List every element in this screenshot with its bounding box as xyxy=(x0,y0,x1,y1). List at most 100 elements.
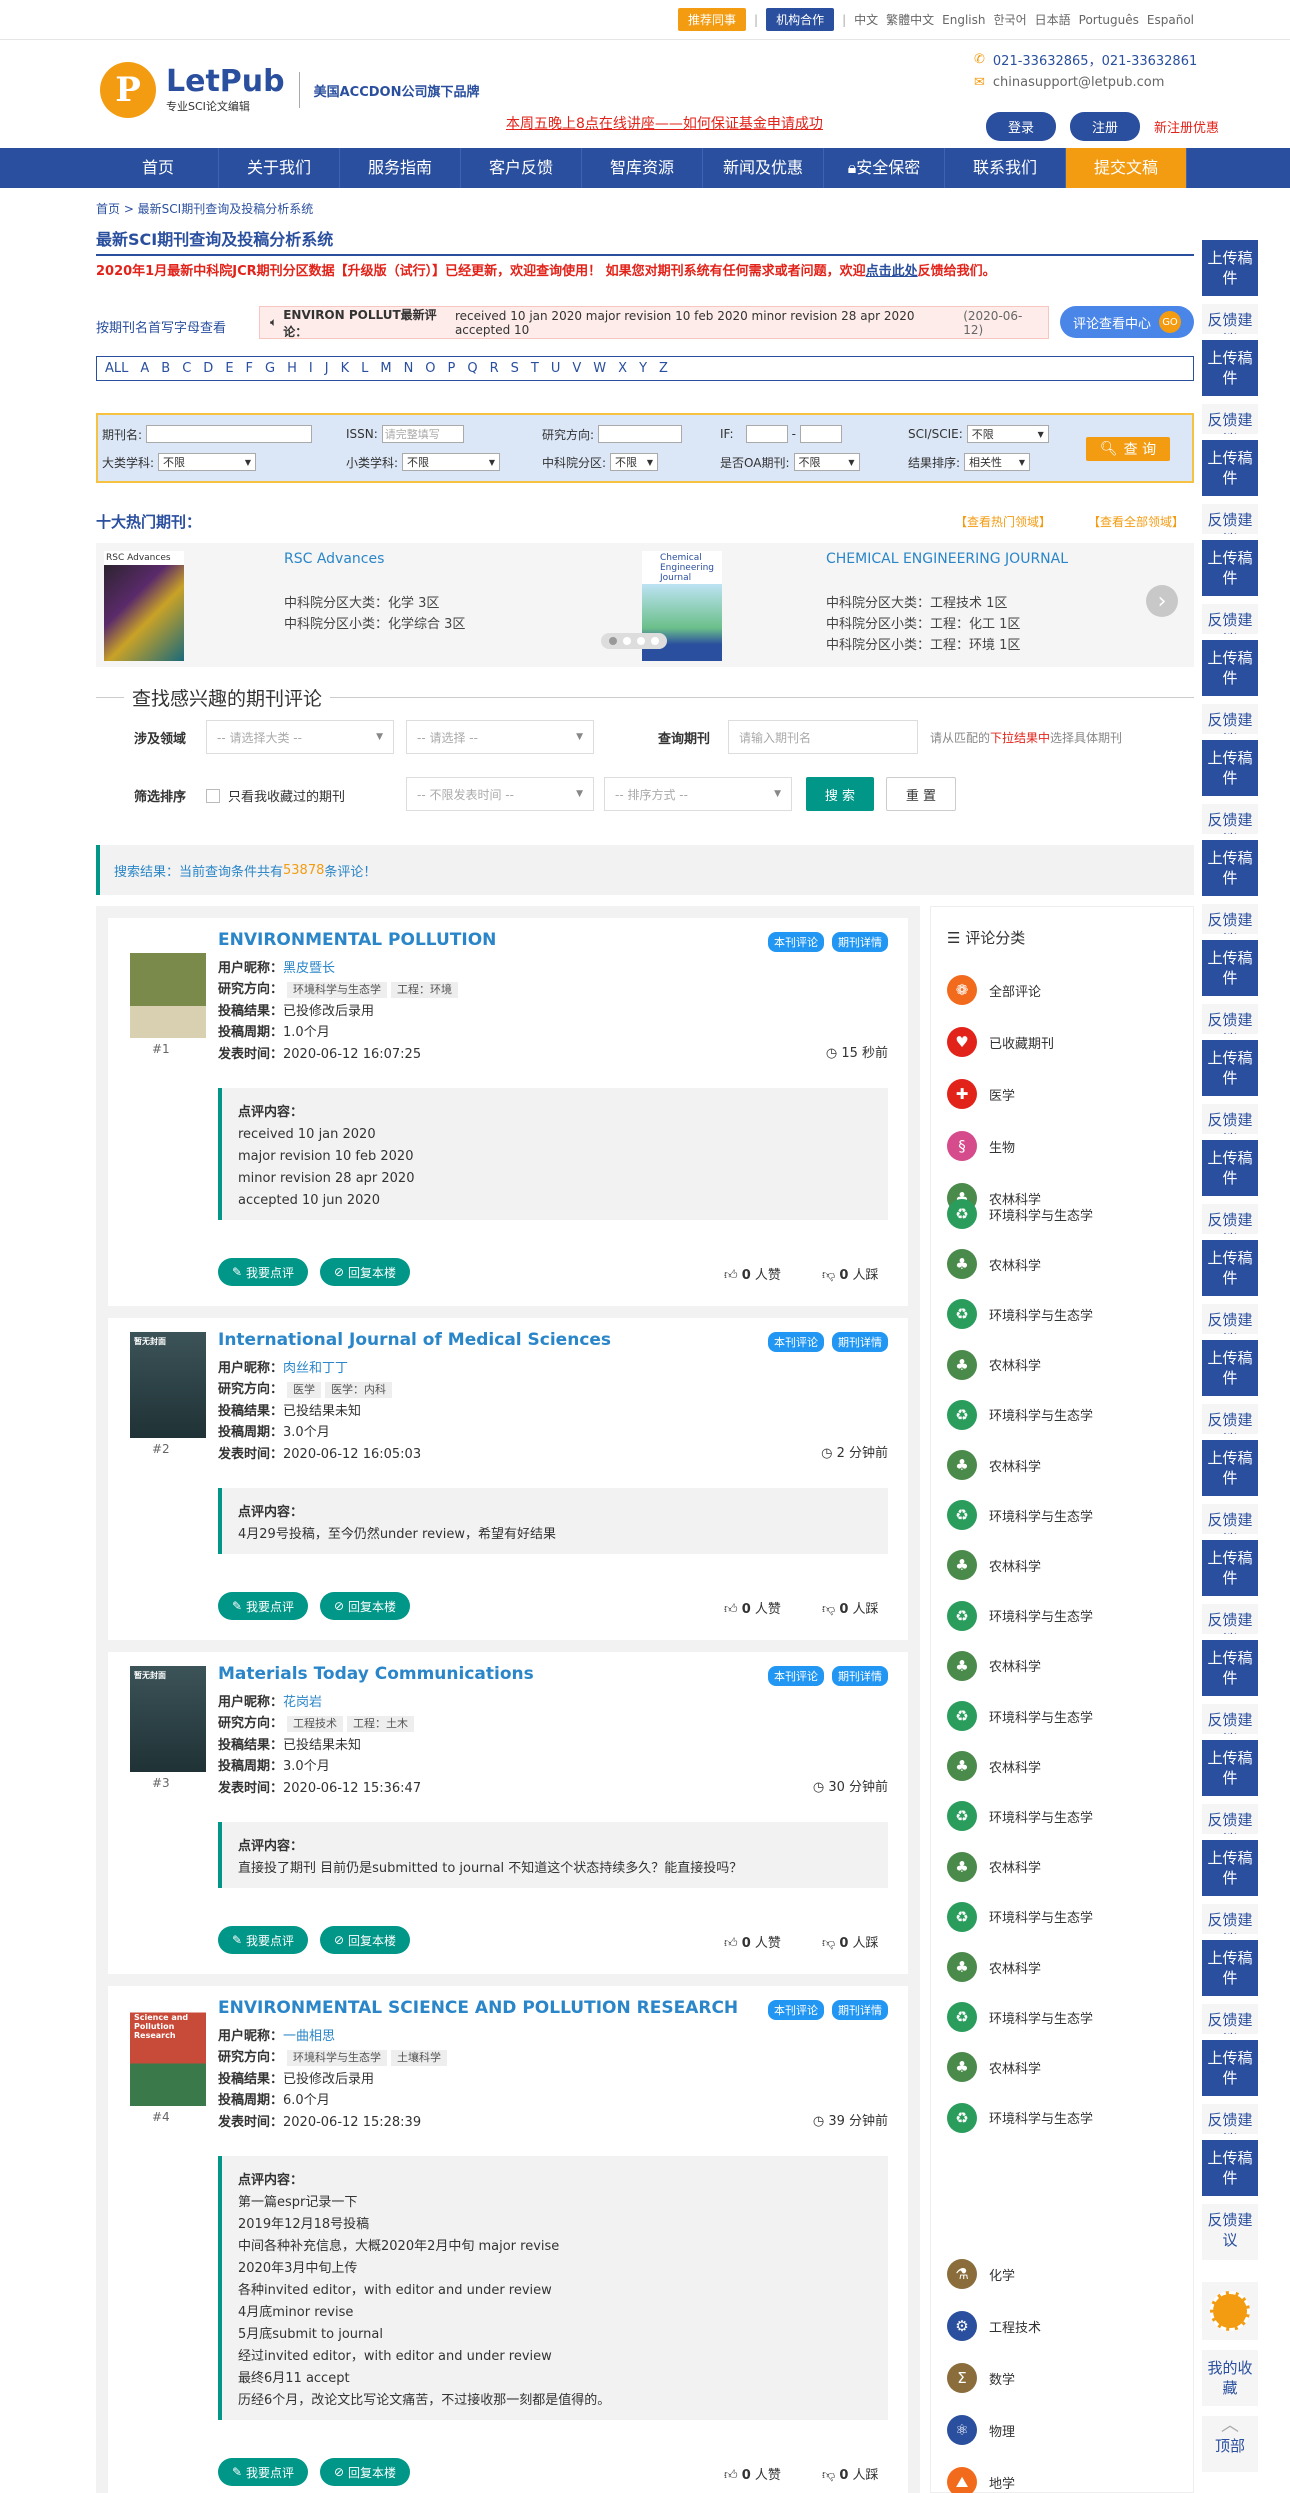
letter-link[interactable]: C xyxy=(182,361,191,376)
letter-link[interactable]: X xyxy=(618,361,627,376)
letter-link[interactable]: U xyxy=(551,361,561,376)
category-chemistry[interactable]: ⚗ 化学 xyxy=(947,2259,1015,2289)
letter-link[interactable]: L xyxy=(361,361,368,376)
category-environment[interactable]: ♻ 环境科学与生态学 xyxy=(947,1801,1093,1832)
letter-link[interactable]: E xyxy=(225,361,233,376)
upload-manuscript-button[interactable]: 上传稿件 xyxy=(1202,340,1258,396)
register-promo-link[interactable]: 新注册优惠 xyxy=(1154,117,1219,136)
letter-link[interactable]: V xyxy=(572,361,581,376)
category-environment[interactable]: ♻ 环境科学与生态学 xyxy=(947,1199,1093,1229)
all-fields-link[interactable]: 【查看全部领域】 xyxy=(1088,513,1184,530)
category-environment[interactable]: ♻ 环境科学与生态学 xyxy=(947,2002,1093,2033)
upload-manuscript-button[interactable]: 上传稿件 xyxy=(1202,1640,1258,1696)
review-center-button[interactable]: 评论查看中心 GO xyxy=(1060,306,1194,338)
lang-ko[interactable]: 한국어 xyxy=(994,11,1027,28)
institution-cooperation-button[interactable]: 机构合作 xyxy=(766,8,835,31)
reply-button[interactable]: ⊘ 回复本楼 xyxy=(320,1258,410,1286)
like-count[interactable]: 👍︎ 0 人赞 xyxy=(724,2464,781,2483)
scie-select[interactable]: 不限 xyxy=(966,425,1049,443)
journal-thumbnail[interactable]: ENVIRONMENTAL POLLUTION xyxy=(130,932,211,1038)
journal-details-tag[interactable]: 期刊详情 xyxy=(832,1666,888,1686)
direction-chip[interactable]: 环境科学与生态学 xyxy=(287,2050,388,2067)
category-environment[interactable]: ♻ 环境科学与生态学 xyxy=(947,1901,1093,1932)
feedback-button[interactable]: 反馈建议 xyxy=(1202,1704,1258,1734)
letter-link[interactable]: J xyxy=(325,361,329,376)
upload-manuscript-button[interactable]: 上传稿件 xyxy=(1202,1840,1258,1896)
issn-input[interactable]: 请完整填写 xyxy=(381,425,464,443)
nav-about[interactable]: 关于我们 xyxy=(219,148,340,188)
upload-manuscript-button[interactable]: 上传稿件 xyxy=(1202,1940,1258,1996)
upload-manuscript-button[interactable]: 上传稿件 xyxy=(1202,540,1258,596)
nav-home[interactable]: 首页 xyxy=(98,148,219,188)
direction-chip[interactable]: 环境科学与生态学 xyxy=(287,982,388,999)
feedback-button[interactable]: 反馈建议 xyxy=(1202,804,1258,834)
write-review-button[interactable]: ✎ 我要点评 xyxy=(218,1926,308,1954)
upload-manuscript-button[interactable]: 上传稿件 xyxy=(1202,1240,1258,1296)
upload-manuscript-button[interactable]: 上传稿件 xyxy=(1202,1740,1258,1796)
nav-security[interactable]: 🔒︎安全保密 xyxy=(824,148,945,188)
category-medicine[interactable]: ✚ 医学 xyxy=(947,1079,1015,1109)
feedback-button[interactable]: 反馈建议 xyxy=(1202,604,1258,634)
small-subject-select[interactable]: 不限 xyxy=(402,453,501,471)
sort-select[interactable]: 相关性 xyxy=(964,453,1031,471)
recommend-colleague-button[interactable]: 推荐同事 xyxy=(678,8,747,31)
category-agriculture[interactable]: ♣ 农林科学 xyxy=(947,1349,1041,1380)
hot-journal-name[interactable]: CHEMICAL ENGINEERING JOURNAL xyxy=(826,551,1068,567)
category-environment[interactable]: ♻ 环境科学与生态学 xyxy=(947,1600,1093,1631)
direction-chip[interactable]: 工程技术 xyxy=(287,1716,344,1733)
feedback-button[interactable]: 反馈建议 xyxy=(1202,1004,1258,1034)
feedback-button[interactable]: 反馈建议 xyxy=(1202,2204,1258,2260)
upload-manuscript-button[interactable]: 上传稿件 xyxy=(1202,1440,1258,1496)
category-agriculture[interactable]: ♣ 农林科学 xyxy=(947,1650,1041,1681)
upload-manuscript-button[interactable]: 上传稿件 xyxy=(1202,2040,1258,2096)
nav-news[interactable]: 新闻及优惠 xyxy=(703,148,824,188)
major-category-select[interactable]: -- 请选择大类 -- xyxy=(206,720,394,754)
journal-query-input[interactable]: 请输入期刊名 xyxy=(728,720,918,754)
register-button[interactable]: 注册 xyxy=(1070,112,1141,141)
feedback-button[interactable]: 反馈建议 xyxy=(1202,1804,1258,1834)
category-environment[interactable]: ♻ 环境科学与生态学 xyxy=(947,1399,1093,1430)
category-environment[interactable]: ♻ 环境科学与生态学 xyxy=(947,1701,1093,1731)
journal-reviews-tag[interactable]: 本刊评论 xyxy=(768,1666,824,1686)
letter-link[interactable]: Q xyxy=(467,361,477,376)
journal-title-link[interactable]: ENVIRONMENTAL SCIENCE AND POLLUTION RESE… xyxy=(218,1998,738,2018)
dislike-count[interactable]: 👎︎ 0 人踩 xyxy=(822,2464,879,2483)
category-agriculture[interactable]: ♣ 农林科学 xyxy=(947,1851,1041,1882)
journal-title-link[interactable]: Materials Today Communications xyxy=(218,1664,534,1684)
journal-thumbnail[interactable]: 暂无封面 xyxy=(130,1666,206,1772)
journal-name-input[interactable] xyxy=(146,425,313,443)
back-to-top-button[interactable]: ︿ 顶部 xyxy=(1202,2416,1258,2472)
direction-chip[interactable]: 医学：内科 xyxy=(325,1382,393,1399)
letter-link[interactable]: D xyxy=(203,361,213,376)
lang-ja[interactable]: 日本語 xyxy=(1035,11,1071,28)
category-math[interactable]: Σ 数学 xyxy=(947,2363,1015,2393)
upload-manuscript-button[interactable]: 上传稿件 xyxy=(1202,2140,1258,2196)
dislike-count[interactable]: 👎︎ 0 人踩 xyxy=(822,1598,879,1617)
journal-title-link[interactable]: ENVIRONMENTAL POLLUTION xyxy=(218,930,496,950)
journal-title-link[interactable]: International Journal of Medical Science… xyxy=(218,1330,611,1350)
like-count[interactable]: 👍︎ 0 人赞 xyxy=(724,1264,781,1283)
category-environment[interactable]: ♻ 环境科学与生态学 xyxy=(947,1500,1093,1531)
letter-link[interactable]: K xyxy=(341,361,350,376)
user-nickname-link[interactable]: 花岗岩 xyxy=(283,1695,322,1710)
letter-link[interactable]: R xyxy=(490,361,499,376)
lang-pt[interactable]: Português xyxy=(1079,13,1139,27)
letter-link[interactable]: I xyxy=(309,361,313,376)
cas-zone-select[interactable]: 不限 xyxy=(610,453,659,471)
journal-details-tag[interactable]: 期刊详情 xyxy=(832,2000,888,2020)
site-logo[interactable]: P LetPub 专业SCI论文编辑 美国ACCDON公司旗下品牌 xyxy=(100,62,480,118)
search-button[interactable]: 搜 索 xyxy=(806,777,874,811)
user-nickname-link[interactable]: 肉丝和丁丁 xyxy=(283,1361,348,1376)
upload-manuscript-button[interactable]: 上传稿件 xyxy=(1202,1540,1258,1596)
feedback-button[interactable]: 反馈建议 xyxy=(1202,2104,1258,2134)
feedback-button[interactable]: 反馈建议 xyxy=(1202,304,1258,334)
direction-chip[interactable]: 医学 xyxy=(287,1382,322,1399)
hot-fields-link[interactable]: 【查看热门领域】 xyxy=(955,513,1051,530)
upload-manuscript-button[interactable]: 上传稿件 xyxy=(1202,1340,1258,1396)
breadcrumb[interactable]: 首页 > 最新SCI期刊查询及投稿分析系统 xyxy=(96,200,313,217)
category-engineering[interactable]: ⚙ 工程技术 xyxy=(947,2311,1041,2341)
user-nickname-link[interactable]: 黑皮暨长 xyxy=(283,961,335,976)
letter-link[interactable]: M xyxy=(380,361,391,376)
category-agriculture[interactable]: ♣ 农林科学 xyxy=(947,1450,1041,1480)
my-favorites-button[interactable]: 我的收藏 xyxy=(1202,2350,1258,2406)
